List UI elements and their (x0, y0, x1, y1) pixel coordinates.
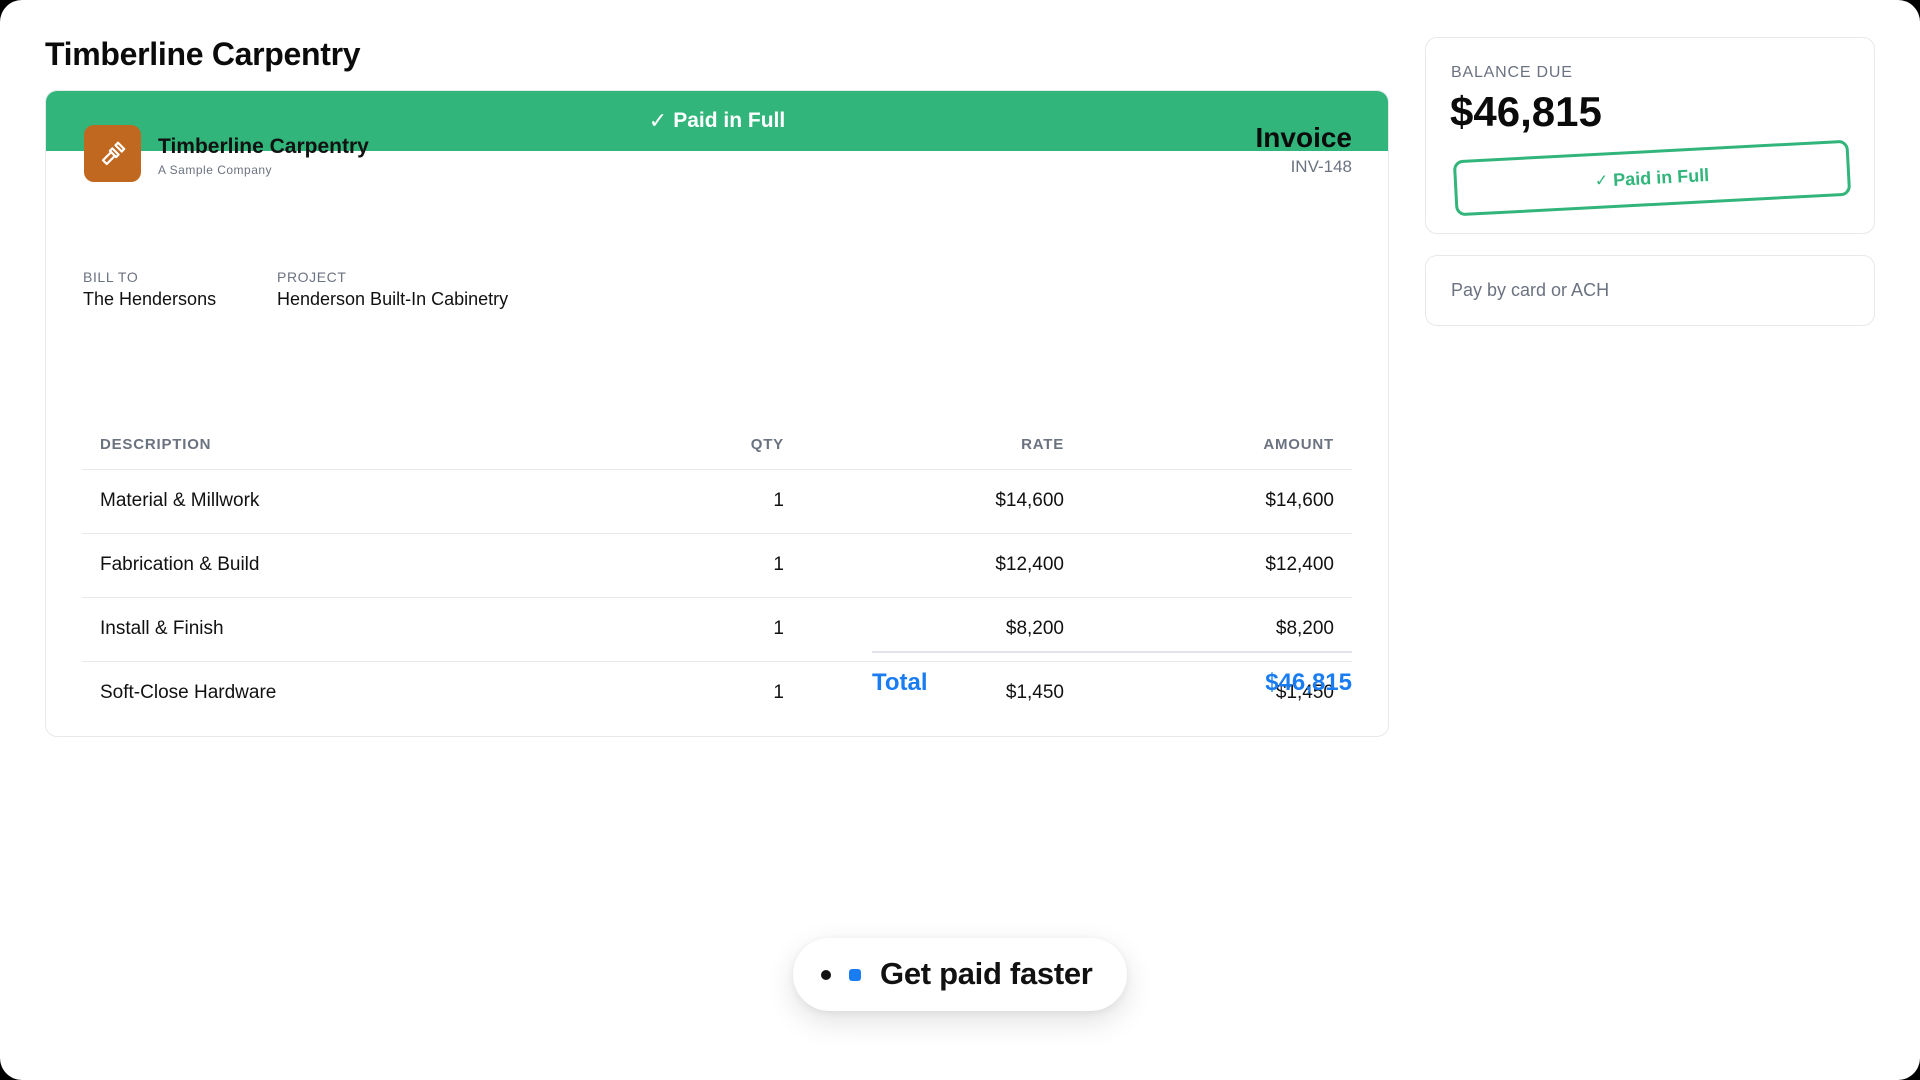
col-rate: RATE (802, 421, 1082, 470)
paid-stamp: ✓ Paid in Full (1452, 139, 1852, 217)
company-tagline: A Sample Company (158, 163, 273, 177)
table-row: Soft-Close Hardware 1 $1,450 $1,450 (82, 661, 1352, 725)
total-value: $46,815 (1265, 669, 1352, 696)
pay-method-button[interactable]: Pay by card or ACH (1425, 255, 1875, 326)
item-amount: $12,400 (1082, 533, 1352, 598)
total-divider (872, 651, 1352, 653)
balance-label: BALANCE DUE (1451, 64, 1573, 81)
balance-amount: $46,815 (1450, 88, 1602, 135)
hammer-icon (84, 125, 141, 182)
app-frame: Timberline Carpentry ✓ Paid in Full Timb… (0, 0, 1920, 1080)
col-amount: AMOUNT (1082, 421, 1352, 470)
balance-card: BALANCE DUE $46,815 ✓ Paid in Full (1425, 37, 1875, 234)
paid-banner-text: Paid in Full (673, 109, 786, 132)
col-description: DESCRIPTION (82, 421, 602, 470)
paid-stamp-text: Paid in Full (1612, 164, 1710, 190)
pay-method-label: Pay by card or ACH (1451, 280, 1610, 300)
item-rate: $1,450 (1005, 682, 1064, 704)
table-header-row: DESCRIPTION QTY RATE AMOUNT (82, 421, 1352, 470)
item-rate: $14,600 (802, 469, 1082, 534)
check-icon: ✓ (648, 108, 668, 133)
total-label: Total (872, 669, 928, 696)
check-icon: ✓ (1594, 172, 1609, 190)
line-items-table: DESCRIPTION QTY RATE AMOUNT Material & M… (82, 421, 1352, 725)
bill-to-label: BILL TO (83, 269, 139, 285)
table-row: Material & Millwork 1 $14,600 $14,600 (82, 469, 1352, 534)
page-title: Timberline Carpentry (45, 36, 361, 72)
col-qty: QTY (602, 421, 802, 470)
dot-indicator-active (849, 969, 861, 981)
bill-to-value: The Hendersons (83, 289, 217, 309)
invoice-card: ✓ Paid in Full Timberline Carpentry A Sa… (45, 90, 1389, 737)
item-description: Soft-Close Hardware (100, 682, 277, 704)
company-name: Timberline Carpentry (158, 135, 369, 158)
promo-pill: Get paid faster (793, 938, 1127, 1011)
project-value: Henderson Built-In Cabinetry (277, 289, 509, 309)
item-amount: $14,600 (1082, 469, 1352, 534)
item-description: Install & Finish (82, 597, 602, 662)
promo-text: Get paid faster (880, 956, 1093, 991)
table-row: Fabrication & Build 1 $12,400 $12,400 (82, 533, 1352, 598)
invoice-number: INV-148 (1290, 157, 1352, 176)
bill-to: BILL TO The Hendersons (83, 269, 216, 310)
item-qty: 1 (773, 682, 784, 704)
item-qty: 1 (602, 533, 802, 598)
invoice-label: Invoice (1255, 122, 1352, 153)
item-rate: $12,400 (802, 533, 1082, 598)
dot-indicator (821, 970, 831, 980)
item-description: Material & Millwork (82, 469, 602, 534)
item-qty: 1 (602, 469, 802, 534)
item-qty: 1 (602, 597, 802, 662)
item-description: Fabrication & Build (82, 533, 602, 598)
project: PROJECT Henderson Built-In Cabinetry (277, 269, 508, 310)
project-label: PROJECT (277, 269, 347, 285)
